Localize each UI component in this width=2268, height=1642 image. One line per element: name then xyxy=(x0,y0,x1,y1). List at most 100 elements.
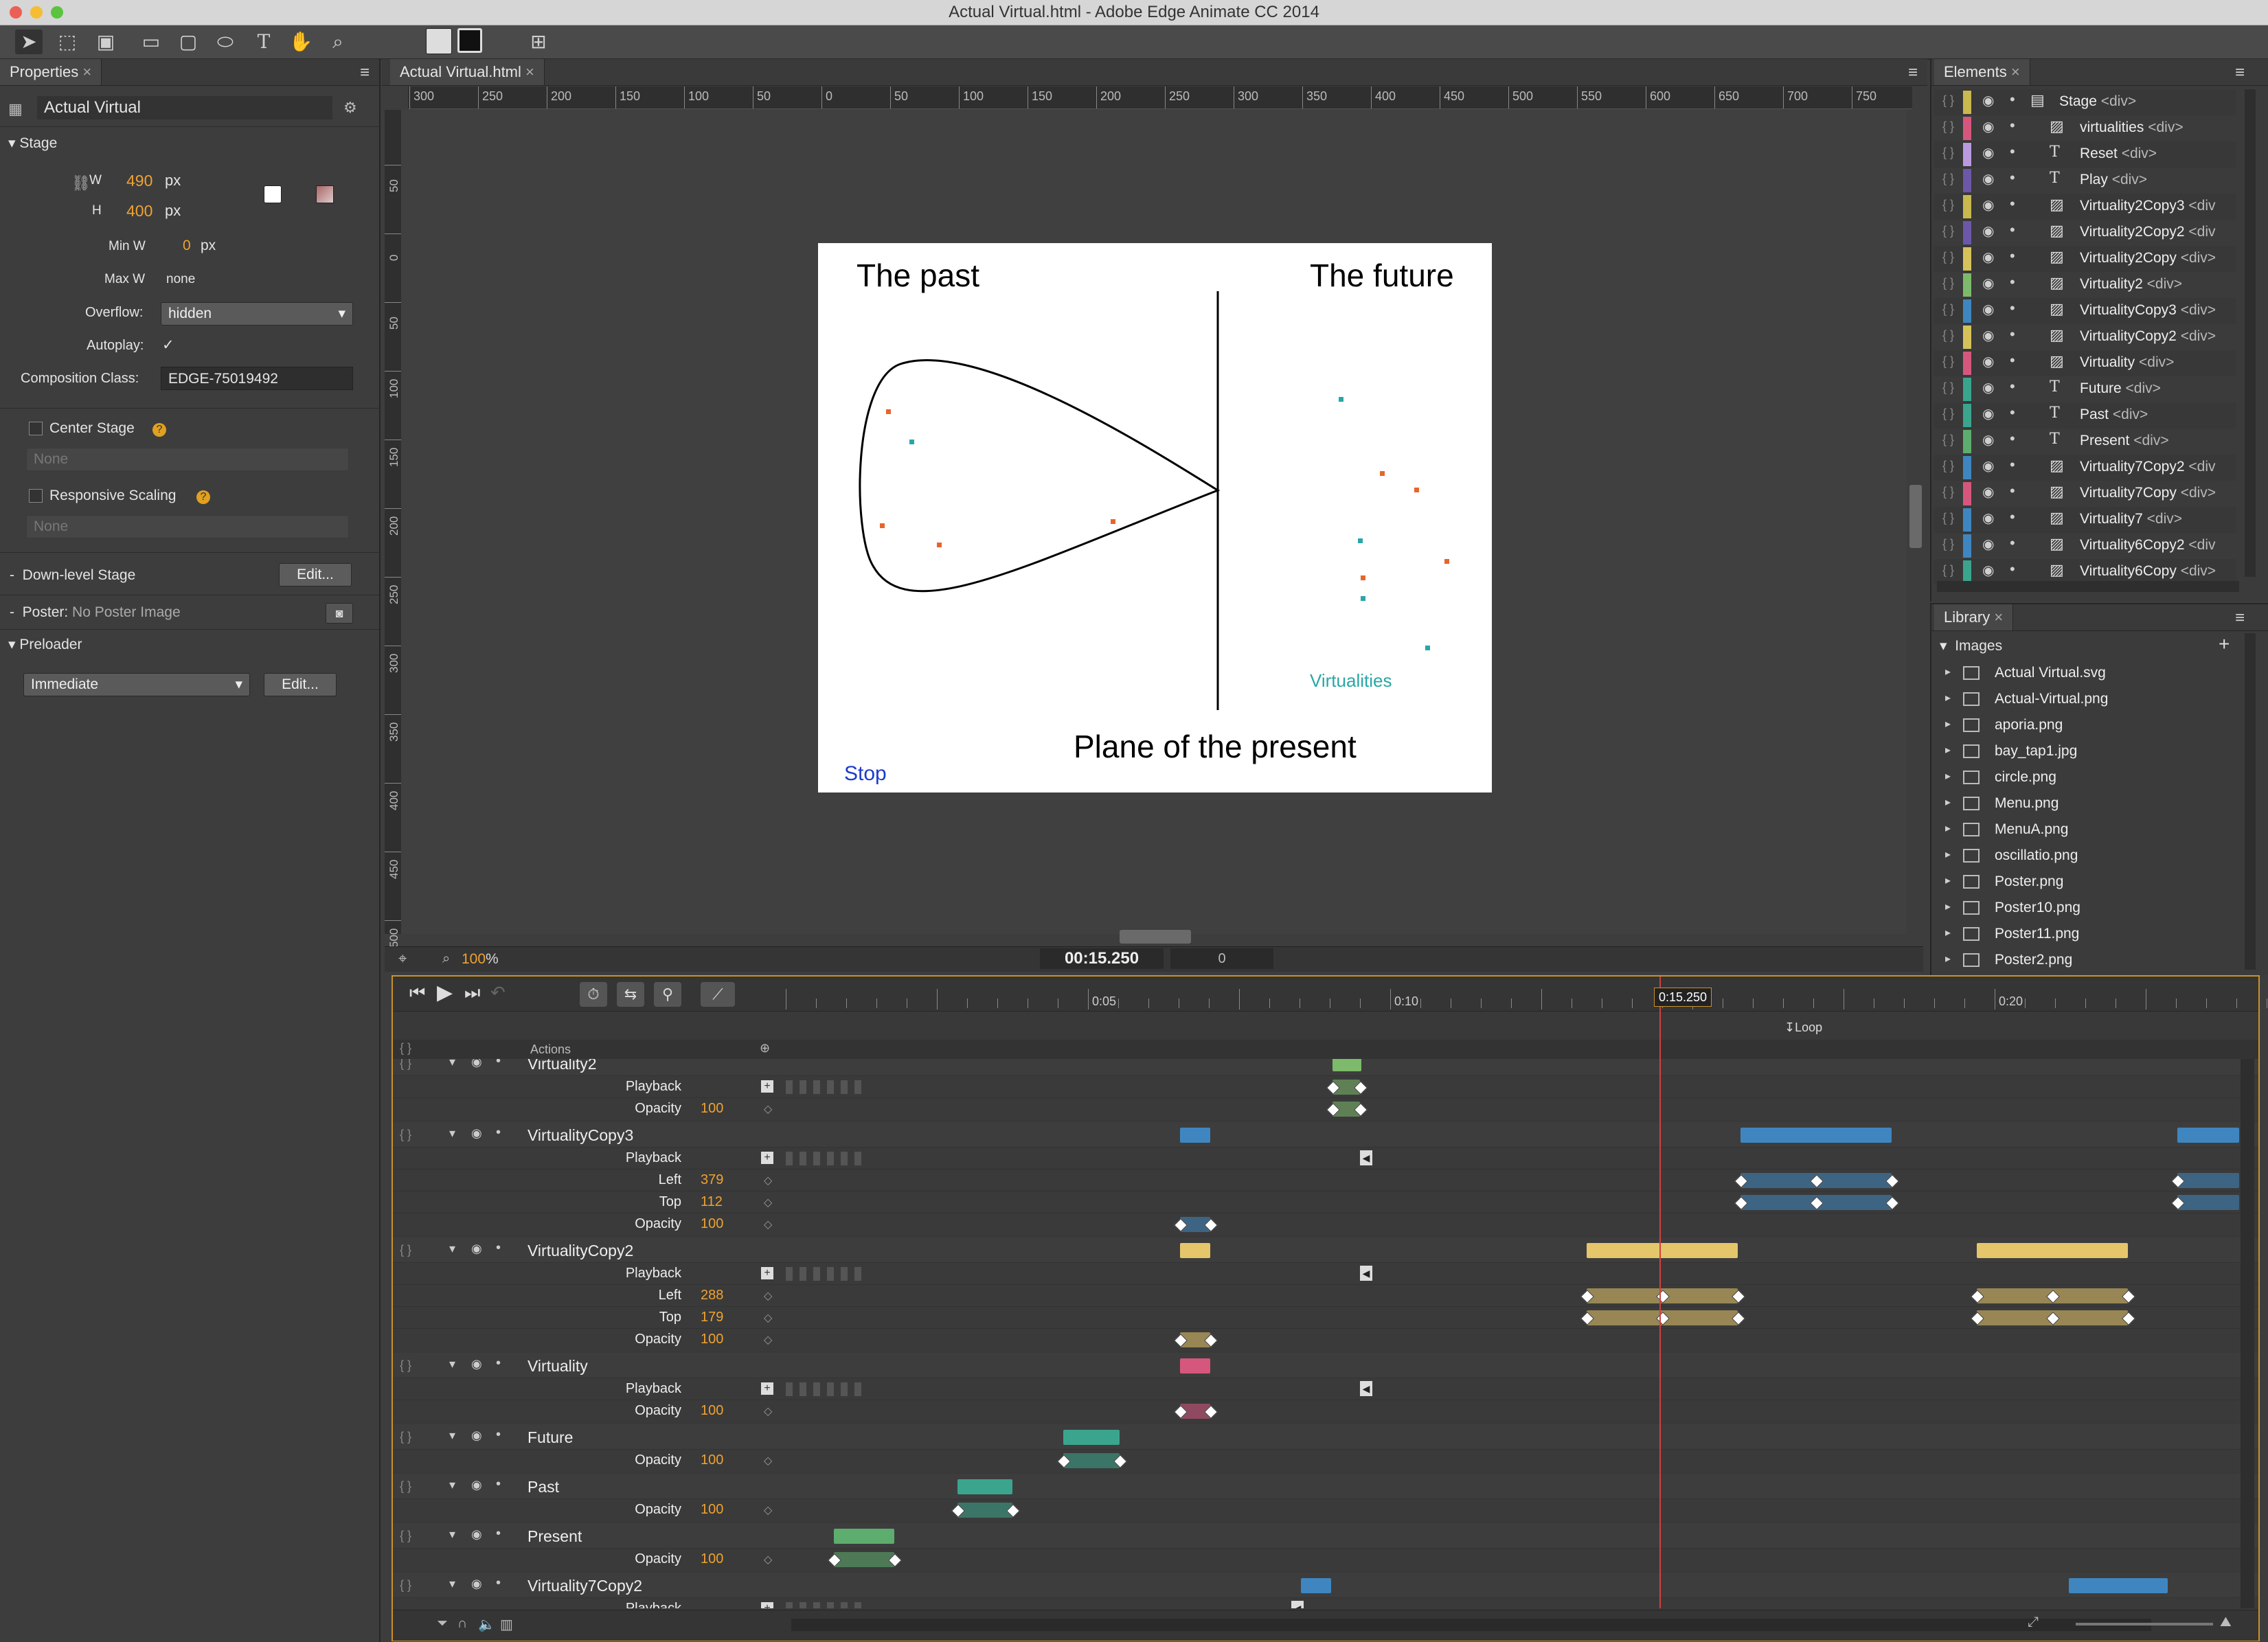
panel-menu-icon[interactable]: ≡ xyxy=(1908,63,1918,82)
lock-toggle-icon[interactable]: • xyxy=(496,1125,501,1141)
track-summary-bar[interactable] xyxy=(1333,1059,1361,1071)
triangle-down-icon[interactable]: ▾ xyxy=(449,1527,455,1542)
loop-marker[interactable]: ↧Loop xyxy=(1784,1020,1822,1035)
action-braces-icon[interactable]: { } xyxy=(1942,511,1954,525)
playhead-time[interactable]: 0:15.250 xyxy=(1654,988,1712,1007)
play-icon[interactable]: ▶ xyxy=(437,981,453,1005)
frame-display[interactable]: 0 xyxy=(1170,948,1273,969)
triangle-right-icon[interactable]: ▸ xyxy=(1945,691,1951,705)
tab-document[interactable]: Actual Virtual.html × xyxy=(390,59,545,85)
lock-toggle-icon[interactable]: • xyxy=(2010,560,2015,578)
element-row[interactable]: { } ◉ • T Present <div> xyxy=(1934,429,2236,455)
action-braces-icon[interactable]: { } xyxy=(1942,354,1954,369)
element-row[interactable]: { } ◉ • ▨ Virtuality2Copy <div> xyxy=(1934,246,2236,272)
property-value[interactable]: 288 xyxy=(701,1288,723,1303)
eye-icon[interactable]: ◉ xyxy=(1982,431,1994,448)
eye-icon[interactable]: ◉ xyxy=(1982,92,1994,109)
add-trigger-icon[interactable]: + xyxy=(761,1382,773,1395)
eye-icon[interactable]: ◉ xyxy=(471,1059,482,1069)
lock-toggle-icon[interactable]: • xyxy=(2010,91,2015,109)
property-value[interactable]: 100 xyxy=(701,1551,723,1567)
element-row[interactable]: { } ◉ • ▨ VirtualityCopy2 <div> xyxy=(1934,324,2236,350)
element-row[interactable]: { } ◉ • ▨ Virtuality2Copy2 <div xyxy=(1934,220,2236,246)
eye-icon[interactable]: ◉ xyxy=(1982,379,1994,396)
property-row[interactable]: Opacity 100 ◇ xyxy=(393,1449,2258,1472)
library-item[interactable]: ▸ circle.png xyxy=(1934,765,2236,791)
fill-color-swatch[interactable] xyxy=(426,28,452,54)
eye-icon[interactable]: ◉ xyxy=(1982,353,1994,370)
triangle-right-icon[interactable]: ▸ xyxy=(1945,795,1951,809)
library-item[interactable]: ▸ Menu.png xyxy=(1934,791,2236,817)
eye-icon[interactable]: ◉ xyxy=(1982,562,1994,579)
lock-toggle-icon[interactable]: • xyxy=(496,1526,501,1542)
tab-library[interactable]: Library × xyxy=(1934,604,2014,630)
current-time-display[interactable]: 00:15.250 xyxy=(1040,948,1164,969)
action-braces-icon[interactable]: { } xyxy=(400,1243,411,1257)
keyframe-diamond-icon[interactable]: ◇ xyxy=(764,1102,772,1116)
track-summary-bar[interactable] xyxy=(1063,1430,1120,1445)
action-braces-icon[interactable]: { } xyxy=(1942,172,1954,186)
autoplay-checkbox[interactable]: ✓ xyxy=(162,337,174,354)
track-header-row[interactable]: { } ▾ ◉ • Future xyxy=(393,1424,2258,1449)
action-braces-icon[interactable]: { } xyxy=(400,1059,411,1071)
close-icon[interactable]: × xyxy=(1994,608,2003,626)
stage-section-toggle[interactable]: ▾ Stage xyxy=(8,135,57,152)
property-value[interactable]: 100 xyxy=(701,1101,723,1117)
layout-presets-button[interactable]: ⊞ xyxy=(525,30,552,54)
eye-icon[interactable]: ◉ xyxy=(1982,170,1994,187)
timeline-vertical-scrollbar[interactable] xyxy=(2241,1059,2254,1608)
property-row[interactable]: Playback + ◀ xyxy=(393,1262,2258,1285)
triangle-right-icon[interactable]: ▸ xyxy=(1945,665,1951,679)
width-value[interactable]: 490 xyxy=(126,172,152,190)
lock-toggle-icon[interactable]: • xyxy=(496,1059,501,1069)
eye-icon[interactable]: ◉ xyxy=(471,1478,482,1492)
composition-class-field[interactable]: EDGE-75019492 xyxy=(161,367,353,390)
keyframe-diamond-icon[interactable]: ◇ xyxy=(764,1333,772,1347)
add-trigger-icon[interactable]: + xyxy=(761,1152,773,1164)
preloader-section-toggle[interactable]: ▾ Preloader xyxy=(8,636,82,653)
element-row[interactable]: { } ◉ • ▨ VirtualityCopy3 <div> xyxy=(1934,298,2236,324)
property-value[interactable]: 100 xyxy=(701,1216,723,1232)
lock-toggle-icon[interactable]: • xyxy=(496,1476,501,1492)
lock-toggle-icon[interactable]: • xyxy=(2010,352,2015,369)
keyframe-diamond-icon[interactable]: ◇ xyxy=(764,1218,772,1231)
timeline-ruler[interactable]: 0:05 0:10 0:20 xyxy=(786,986,2267,1011)
track-summary-bar[interactable] xyxy=(2177,1128,2239,1143)
track-header-row[interactable]: { } ▾ ◉ • Present xyxy=(393,1523,2258,1548)
lock-toggle-icon[interactable]: • xyxy=(2010,195,2015,213)
action-braces-icon[interactable]: { } xyxy=(1942,380,1954,395)
min-width-value[interactable]: 0 xyxy=(183,238,191,254)
triangle-down-icon[interactable]: ▾ xyxy=(449,1242,455,1256)
lock-toggle-icon[interactable]: • xyxy=(2010,378,2015,396)
triangle-right-icon[interactable]: ▸ xyxy=(1945,821,1951,835)
action-braces-icon[interactable]: { } xyxy=(1942,146,1954,160)
action-braces-icon[interactable]: { } xyxy=(1942,459,1954,473)
element-row[interactable]: { } ◉ • ▨ Virtuality2 <div> xyxy=(1934,272,2236,298)
lock-toggle-icon[interactable]: • xyxy=(2010,326,2015,343)
eye-icon[interactable]: ◉ xyxy=(471,1527,482,1542)
library-item[interactable]: ▸ Poster11.png xyxy=(1934,922,2236,948)
action-braces-icon[interactable]: { } xyxy=(1942,537,1954,551)
element-row[interactable]: { } ◉ • ▨ virtualities <div> xyxy=(1934,115,2236,141)
property-row[interactable]: Top 179 ◇ xyxy=(393,1306,2258,1329)
eye-icon[interactable]: ◉ xyxy=(1982,196,1994,214)
library-item[interactable]: ▸ MenuA.png xyxy=(1934,817,2236,843)
preloader-dropdown[interactable]: Immediate ▾ xyxy=(23,673,250,696)
triangle-right-icon[interactable]: ▸ xyxy=(1945,926,1951,939)
property-row[interactable]: Left 379 ◇ xyxy=(393,1169,2258,1191)
lock-toggle-icon[interactable]: • xyxy=(2010,508,2015,526)
element-row[interactable]: { } ◉ • ▨ Virtuality6Copy2 <div xyxy=(1934,533,2236,559)
lock-toggle-icon[interactable]: • xyxy=(496,1427,501,1443)
responsive-scaling-checkbox[interactable] xyxy=(29,489,43,503)
track-summary-bar[interactable] xyxy=(1180,1128,1210,1143)
grid-icon[interactable]: ▥ xyxy=(500,1616,513,1633)
track-header-row[interactable]: { } ▾ ◉ • Past xyxy=(393,1474,2258,1498)
go-to-end-icon[interactable]: ⏭ xyxy=(464,982,480,1004)
property-row[interactable]: Opacity 100 ◇ xyxy=(393,1097,2258,1120)
property-row[interactable]: Opacity 100 ◇ xyxy=(393,1400,2258,1422)
zoom-level[interactable]: 100% xyxy=(462,951,499,968)
action-braces-icon[interactable]: { } xyxy=(1942,224,1954,238)
action-braces-icon[interactable]: { } xyxy=(1942,563,1954,578)
action-braces-icon[interactable]: { } xyxy=(400,1128,411,1142)
lock-toggle-icon[interactable]: • xyxy=(2010,404,2015,422)
